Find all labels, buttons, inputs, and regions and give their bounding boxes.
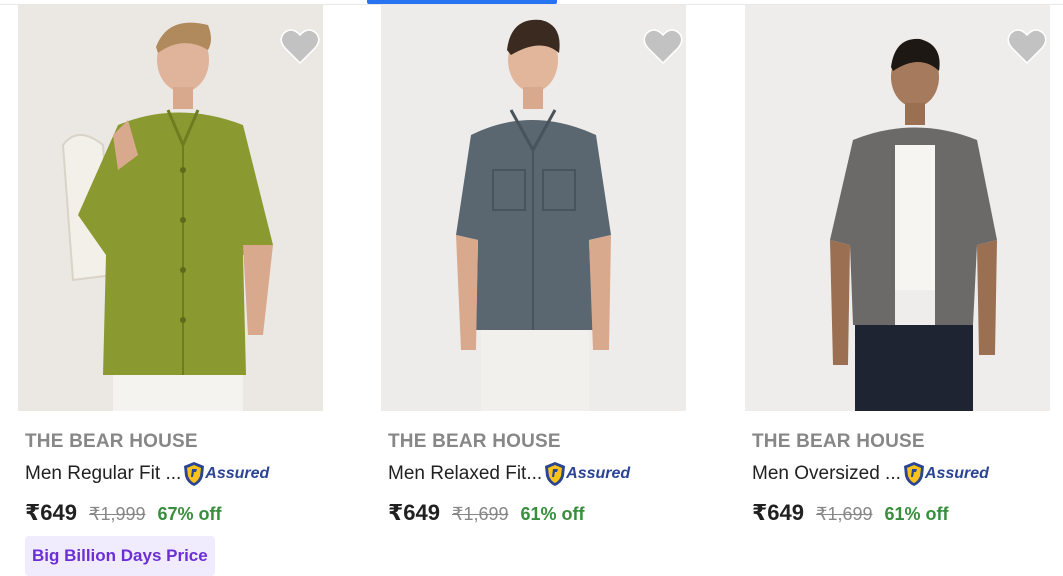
product-card[interactable]: THE BEAR HOUSE Men Relaxed Fit... Assure… [381,5,726,576]
shirt-photo-icon [381,5,686,411]
shirt-photo-icon [745,5,1050,411]
assured-shield-icon [184,462,205,486]
product-image[interactable] [18,5,323,411]
assured-label: Assured [566,465,631,482]
product-brand: THE BEAR HOUSE [388,431,561,452]
selling-price: ₹649 [388,500,441,525]
offer-badge: Big Billion Days Price [25,536,215,576]
price-row: ₹649 ₹1,999 67% off [25,500,222,530]
assured-badge: Assured [544,461,630,487]
original-price: ₹1,999 [89,504,146,524]
assured-badge: Assured [903,461,989,487]
product-image[interactable] [381,5,686,411]
product-title[interactable]: Men Relaxed Fit... [388,463,542,485]
product-brand: THE BEAR HOUSE [25,431,198,452]
product-title-row: Men Oversized ... Assured [752,460,989,488]
product-title-row: Men Relaxed Fit... Assured [388,460,630,488]
product-card[interactable]: THE BEAR HOUSE Men Oversized ... Assured… [745,5,1063,576]
shirt-photo-icon [18,5,323,411]
wishlist-heart-icon[interactable] [280,27,320,65]
selling-price: ₹649 [752,500,805,525]
wishlist-heart-icon[interactable] [1007,27,1047,65]
assured-badge: Assured [183,461,269,487]
discount-percent: 61% off [520,504,585,524]
assured-shield-icon [903,462,924,486]
selling-price: ₹649 [25,500,78,525]
assured-label: Assured [924,465,989,482]
product-brand: THE BEAR HOUSE [752,431,925,452]
discount-percent: 61% off [884,504,949,524]
discount-percent: 67% off [157,504,222,524]
wishlist-heart-icon[interactable] [643,27,683,65]
assured-shield-icon [545,462,566,486]
product-image[interactable] [745,5,1050,411]
price-row: ₹649 ₹1,699 61% off [388,500,585,530]
product-card[interactable]: THE BEAR HOUSE Men Regular Fit ... Assur… [18,5,363,576]
original-price: ₹1,699 [452,504,509,524]
assured-label: Assured [205,465,270,482]
active-tab-indicator [367,0,557,4]
original-price: ₹1,699 [816,504,873,524]
product-title[interactable]: Men Oversized ... [752,463,901,485]
product-title[interactable]: Men Regular Fit ... [25,463,181,485]
price-row: ₹649 ₹1,699 61% off [752,500,949,530]
product-title-row: Men Regular Fit ... Assured [25,460,269,488]
